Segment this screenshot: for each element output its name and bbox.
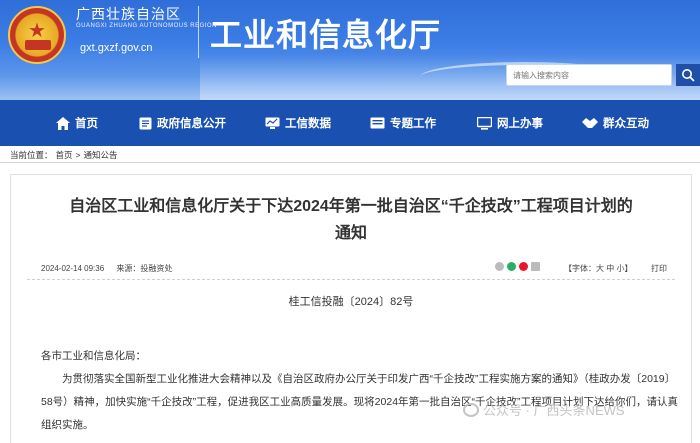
monitor-icon [477,116,492,130]
region-name-en: GUANGXI ZHUANG AUTONOMOUS REGION [76,23,217,29]
article-body: 各市工业和信息化局： 为贯彻落实全国新型工业化推进大会精神以及《自治区政府办公厅… [41,345,681,437]
wechat-watermark-icon [463,402,479,417]
folder-icon [370,117,385,129]
nav-topics-label: 专题工作 [390,118,436,130]
more-share-icon[interactable] [531,262,540,271]
nav-gov-info-label: 政府信息公开 [157,118,226,130]
document-icon [139,117,152,129]
weibo-icon[interactable] [519,262,528,271]
nav-online-service-label: 网上办事 [497,118,543,130]
data-icon [265,117,280,129]
nav-home-label: 首页 [75,118,98,130]
search-button[interactable] [676,64,700,86]
home-icon [56,116,70,130]
breadcrumb-prefix: 当前位置： [10,150,53,160]
article-title-line2: 通知 [334,225,367,242]
search-box [506,64,672,86]
breadcrumb-divider [0,162,700,163]
article-title-line1: 自治区工业和信息化厅关于下达2024年第一批自治区“千企技改”工程项目计划的 [69,198,633,215]
share-icon[interactable] [495,262,504,271]
publish-date: 2024-02-14 09:36 [41,264,105,273]
nav-gov-info[interactable]: 政府信息公开 [139,100,226,146]
search-icon [682,69,695,82]
header-divider [198,6,199,58]
nav-topics[interactable]: 专题工作 [370,100,436,146]
main-nav: 首页 政府信息公开 工信数据 专题工作 网上办事 群众互动 [0,100,700,146]
font-large-button[interactable]: 大 [596,264,604,273]
font-label: 【字体： [564,264,596,273]
watermark-text: 公众号 · 广西头条NEWS [483,403,625,418]
breadcrumb-home[interactable]: 首页 [56,150,73,160]
handshake-icon [582,118,598,128]
nav-data-label: 工信数据 [285,118,331,130]
breadcrumb: 当前位置： 首页 > 通知公告 [10,149,121,161]
department-title: 工业和信息化厅 [210,17,442,53]
font-size-control: 【字体：大 中 小】 [564,263,632,274]
national-emblem-icon: ★ [8,6,66,64]
site-url[interactable]: gxt.gxzf.gov.cn [80,42,153,54]
article-title: 自治区工业和信息化厅关于下达2024年第一批自治区“千企技改”工程项目计划的 通… [11,193,691,247]
breadcrumb-current[interactable]: 通知公告 [84,150,118,160]
document-number: 桂工信投融〔2024〕82号 [288,296,414,308]
font-label-end: 】 [624,264,633,273]
wechat-icon[interactable] [507,262,516,271]
nav-data[interactable]: 工信数据 [265,100,331,146]
article-source: 来源：投融资处 [116,264,173,273]
font-medium-button[interactable]: 中 [606,264,614,273]
article-meta: 2024-02-14 09:36 来源：投融资处 [41,263,172,274]
search-input[interactable] [507,65,671,86]
nav-home[interactable]: 首页 [56,100,98,146]
breadcrumb-separator: > [75,150,81,160]
share-bar [495,262,543,271]
watermark: 公众号 · 广西头条NEWS [463,400,625,419]
print-button[interactable]: 打印 [651,263,667,274]
nav-online-service[interactable]: 网上办事 [477,100,543,146]
salutation: 各市工业和信息化局： [41,350,146,362]
nav-interaction[interactable]: 群众互动 [582,100,649,146]
region-name: 广西壮族自治区 [76,6,181,22]
meta-divider [27,279,675,280]
nav-interaction-label: 群众互动 [603,118,649,130]
